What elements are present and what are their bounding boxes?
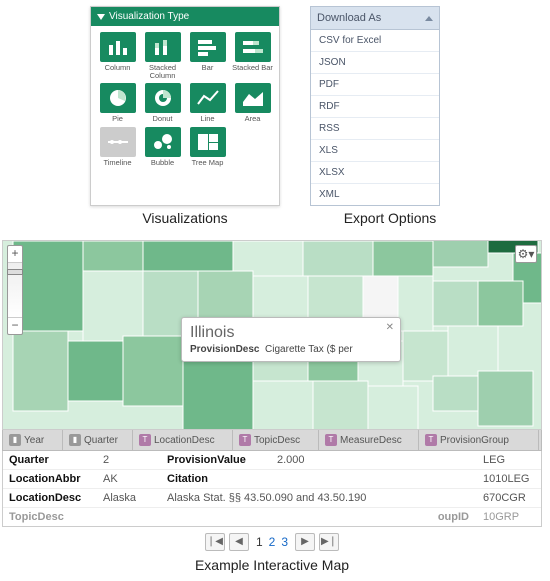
- download-option-csv-for-excel[interactable]: CSV for Excel: [311, 30, 439, 52]
- viz-type-donut[interactable]: Donut: [142, 83, 183, 123]
- viz-label: Bubble: [151, 159, 174, 167]
- column-header-locationdesc[interactable]: TLocationDesc: [133, 430, 233, 450]
- interactive-map[interactable]: + − ⚙▾ ✕ Illinois ProvisionDesc Cigarett…: [2, 240, 542, 430]
- record-detail-grid: Quarter2ProvisionValue2.000LEGLocationAb…: [2, 451, 542, 527]
- data-table-header: ▮Year▮QuarterTLocationDescTTopicDescTMea…: [2, 430, 542, 451]
- download-option-xlsx[interactable]: XLSX: [311, 162, 439, 184]
- visualization-type-title: Visualization Type: [109, 11, 189, 22]
- viz-type-area[interactable]: Area: [232, 83, 273, 123]
- viz-label: Timeline: [103, 159, 131, 167]
- viz-label: Stacked Bar: [232, 64, 273, 72]
- pager-next-button[interactable]: ▶: [295, 533, 315, 551]
- bar-icon: [190, 32, 226, 62]
- column-type-icon: T: [139, 434, 151, 446]
- viz-type-column[interactable]: Column: [97, 32, 138, 79]
- viz-label: Stacked Column: [142, 64, 183, 79]
- map-tooltip: ✕ Illinois ProvisionDesc Cigarette Tax (…: [181, 317, 401, 362]
- column-header-topicdesc[interactable]: TTopicDesc: [233, 430, 319, 450]
- map-caption: Example Interactive Map: [2, 557, 542, 573]
- detail-row: LocationAbbrAKCitation1010LEG: [3, 470, 541, 489]
- map-settings-button[interactable]: ⚙▾: [515, 245, 537, 263]
- viz-type-bubble[interactable]: Bubble: [142, 127, 183, 167]
- viz-type-stacked-bar[interactable]: Stacked Bar: [232, 32, 273, 79]
- download-as-panel: Download As CSV for ExcelJSONPDFRDFRSSXL…: [310, 6, 440, 206]
- viz-label: Pie: [112, 115, 123, 123]
- zoom-slider-track[interactable]: [8, 262, 22, 318]
- pager: ❘◀ ◀ 123 ▶ ▶❘: [2, 527, 542, 555]
- export-options-caption: Export Options: [310, 210, 470, 226]
- viz-type-line[interactable]: Line: [187, 83, 228, 123]
- donut-icon: [145, 83, 181, 113]
- column-header-provisiongroup[interactable]: TProvisionGroup: [419, 430, 539, 450]
- tree-map-icon: [190, 127, 226, 157]
- timeline-icon: [100, 127, 136, 157]
- pager-page-3[interactable]: 3: [278, 535, 291, 549]
- zoom-control: + −: [7, 245, 23, 335]
- tooltip-detail-line: ProvisionDesc Cigarette Tax ($ per: [190, 344, 392, 355]
- pager-prev-button[interactable]: ◀: [229, 533, 249, 551]
- visualization-type-header[interactable]: Visualization Type: [91, 7, 279, 26]
- download-as-title: Download As: [317, 12, 381, 24]
- column-header-measuredesc[interactable]: TMeasureDesc: [319, 430, 419, 450]
- visualization-type-panel: Visualization Type Column Stacked Column B…: [90, 6, 280, 206]
- visualizations-caption: Visualizations: [90, 210, 280, 226]
- download-as-header[interactable]: Download As: [311, 7, 439, 30]
- viz-label: Donut: [152, 115, 172, 123]
- tooltip-close-button[interactable]: ✕: [386, 322, 394, 333]
- download-option-xml[interactable]: XML: [311, 184, 439, 205]
- column-type-icon: ▮: [69, 434, 81, 446]
- viz-label: Column: [105, 64, 131, 72]
- chevron-up-icon: [425, 16, 433, 21]
- stacked-column-icon: [145, 32, 181, 62]
- viz-label: Bar: [202, 64, 214, 72]
- viz-label: Tree Map: [192, 159, 224, 167]
- pie-icon: [100, 83, 136, 113]
- pager-page-2[interactable]: 2: [266, 535, 279, 549]
- tooltip-state-name: Illinois: [190, 324, 392, 342]
- stacked-bar-icon: [235, 32, 271, 62]
- area-icon: [235, 83, 271, 113]
- viz-label: Area: [245, 115, 261, 123]
- zoom-out-button[interactable]: −: [8, 318, 22, 334]
- column-header-year[interactable]: ▮Year: [3, 430, 63, 450]
- viz-type-stacked-column[interactable]: Stacked Column: [142, 32, 183, 79]
- caret-down-icon: [97, 14, 105, 20]
- download-option-json[interactable]: JSON: [311, 52, 439, 74]
- download-option-rss[interactable]: RSS: [311, 118, 439, 140]
- viz-type-pie[interactable]: Pie: [97, 83, 138, 123]
- viz-type-bar[interactable]: Bar: [187, 32, 228, 79]
- viz-label: Line: [200, 115, 214, 123]
- zoom-slider-handle[interactable]: [7, 269, 23, 275]
- line-icon: [190, 83, 226, 113]
- bubble-icon: [145, 127, 181, 157]
- pager-page-1[interactable]: 1: [253, 535, 266, 549]
- download-option-xls[interactable]: XLS: [311, 140, 439, 162]
- column-icon: [100, 32, 136, 62]
- column-type-icon: ▮: [9, 434, 21, 446]
- detail-row: TopicDescoupID10GRP: [3, 508, 541, 526]
- column-type-icon: T: [239, 434, 251, 446]
- zoom-in-button[interactable]: +: [8, 246, 22, 262]
- download-option-pdf[interactable]: PDF: [311, 74, 439, 96]
- column-header-quarter[interactable]: ▮Quarter: [63, 430, 133, 450]
- column-type-icon: T: [325, 434, 337, 446]
- pager-last-button[interactable]: ▶❘: [319, 533, 339, 551]
- viz-type-tree-map[interactable]: Tree Map: [187, 127, 228, 167]
- viz-type-timeline: Timeline: [97, 127, 138, 167]
- download-option-rdf[interactable]: RDF: [311, 96, 439, 118]
- detail-row: Quarter2ProvisionValue2.000LEG: [3, 451, 541, 470]
- pager-first-button[interactable]: ❘◀: [205, 533, 225, 551]
- column-type-icon: T: [425, 434, 437, 446]
- detail-row: LocationDescAlaskaAlaska Stat. §§ 43.50.…: [3, 489, 541, 508]
